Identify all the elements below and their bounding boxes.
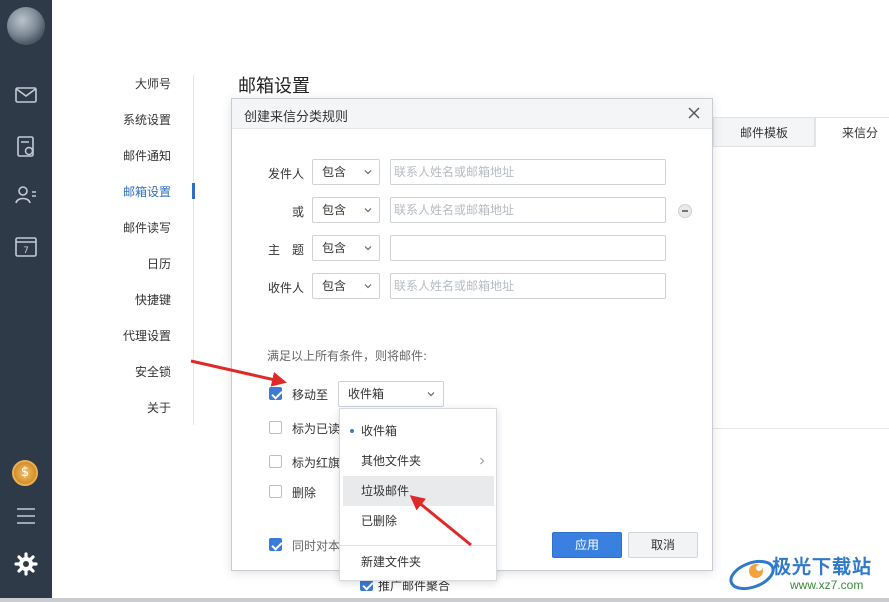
mark-flag-label: 标为红旗 — [292, 456, 341, 470]
sender-operator-value: 包含 — [322, 165, 347, 179]
mark-read-checkbox[interactable] — [269, 421, 282, 434]
dropdown-item-label: 垃圾邮件 — [361, 484, 410, 498]
apply-existing-checkbox[interactable] — [269, 538, 282, 551]
chevron-down-icon — [364, 170, 372, 175]
or-operator-select[interactable]: 包含 — [312, 197, 380, 223]
nav-item-calendar[interactable]: 日历 — [147, 255, 171, 272]
dropdown-separator — [340, 545, 496, 546]
or-operator-value: 包含 — [322, 203, 347, 217]
tab-mail-template[interactable]: 邮件模板 — [713, 117, 815, 147]
delete-checkbox[interactable] — [269, 485, 282, 498]
svg-text:7: 7 — [23, 246, 29, 256]
recipient-operator-select[interactable]: 包含 — [312, 273, 380, 299]
subject-input[interactable] — [390, 235, 666, 261]
nav-active-indicator — [192, 183, 195, 199]
dropdown-item-label: 其他文件夹 — [361, 454, 422, 468]
recipient-label: 收件人 — [267, 281, 304, 295]
nav-item-proxy[interactable]: 代理设置 — [123, 327, 171, 344]
or-sender-input[interactable]: 联系人姓名或邮箱地址 — [390, 197, 666, 223]
subject-operator-value: 包含 — [322, 241, 347, 255]
gear-icon[interactable] — [13, 551, 39, 577]
dialog-header: 创建来信分类规则 — [232, 99, 712, 129]
move-to-label: 移动至 — [292, 388, 329, 402]
recipient-operator-value: 包含 — [322, 279, 347, 293]
move-to-checkbox[interactable] — [269, 387, 282, 400]
nav-item-security-lock[interactable]: 安全锁 — [135, 363, 171, 380]
mail-icon[interactable] — [13, 82, 39, 108]
close-icon[interactable] — [684, 103, 704, 123]
chevron-right-icon — [480, 457, 485, 465]
dialog-title: 创建来信分类规则 — [244, 110, 349, 125]
coin-icon[interactable]: $ — [12, 460, 38, 486]
apply-button[interactable]: 应用 — [552, 532, 622, 558]
address-book-icon[interactable] — [13, 182, 39, 208]
app-sidebar: 7 $ — [0, 0, 52, 602]
nav-item-system-settings[interactable]: 系统设置 — [123, 111, 171, 128]
recipient-input[interactable]: 联系人姓名或邮箱地址 — [390, 273, 666, 299]
or-label: 或 — [291, 205, 304, 219]
sender-operator-select[interactable]: 包含 — [312, 159, 380, 185]
dropdown-item-deleted[interactable]: 已删除 — [340, 506, 496, 536]
nav-divider — [193, 75, 194, 425]
nav-item-read-write[interactable]: 邮件读写 — [123, 219, 171, 236]
dropdown-item-inbox[interactable]: 收件箱 — [340, 416, 496, 446]
watermark-url: www.xz7.com — [790, 578, 864, 592]
contacts-doc-icon[interactable] — [13, 134, 39, 160]
dropdown-item-label: 收件箱 — [361, 424, 398, 438]
avatar[interactable] — [7, 7, 45, 45]
sender-input[interactable]: 联系人姓名或邮箱地址 — [390, 159, 666, 185]
move-to-folder-value: 收件箱 — [348, 387, 385, 401]
chevron-down-icon — [364, 284, 372, 289]
settings-tabs: 邮件模板 来信分 — [713, 117, 889, 147]
remove-condition-button[interactable] — [678, 204, 692, 218]
nav-item-mail-notifications[interactable]: 邮件通知 — [123, 147, 171, 164]
sender-label: 发件人 — [267, 167, 304, 181]
nav-item-master[interactable]: 大师号 — [135, 75, 171, 92]
chevron-down-icon — [364, 246, 372, 251]
watermark-text: 极光下载站 — [772, 556, 873, 578]
dropdown-item-new-folder[interactable]: 新建文件夹 — [340, 547, 496, 577]
content-divider — [713, 428, 889, 429]
tab-incoming-rules[interactable]: 来信分 — [815, 117, 889, 147]
move-to-folder-select[interactable]: 收件箱 — [338, 381, 444, 407]
calendar-icon[interactable]: 7 — [13, 234, 39, 260]
delete-label: 删除 — [292, 486, 317, 500]
dropdown-item-label: 已删除 — [361, 514, 398, 528]
page-title: 邮箱设置 — [238, 76, 310, 97]
nav-item-about[interactable]: 关于 — [147, 399, 171, 416]
apply-existing-label: 同时对本 — [292, 539, 341, 553]
window-bottom-edge — [0, 598, 889, 602]
cancel-button[interactable]: 取消 — [628, 532, 698, 558]
subject-label: 主 题 — [267, 243, 304, 257]
conditions-hint: 满足以上所有条件，则将邮件: — [267, 349, 428, 363]
nav-item-shortcuts[interactable]: 快捷键 — [135, 291, 171, 308]
menu-icon[interactable] — [13, 503, 39, 529]
chevron-down-icon — [427, 392, 435, 397]
chevron-down-icon — [364, 208, 372, 213]
nav-item-mailbox-settings[interactable]: 邮箱设置 — [123, 183, 171, 200]
dropdown-item-junk[interactable]: 垃圾邮件 — [343, 476, 494, 506]
dropdown-item-other-folders[interactable]: 其他文件夹 — [340, 446, 496, 476]
mark-read-label: 标为已读 — [292, 422, 341, 436]
mark-flag-checkbox[interactable] — [269, 455, 282, 468]
folder-dropdown: 收件箱 其他文件夹 垃圾邮件 已删除 新建文件夹 — [339, 408, 497, 581]
dropdown-item-label: 新建文件夹 — [361, 555, 422, 569]
selected-dot-icon — [350, 429, 354, 433]
subject-operator-select[interactable]: 包含 — [312, 235, 380, 261]
